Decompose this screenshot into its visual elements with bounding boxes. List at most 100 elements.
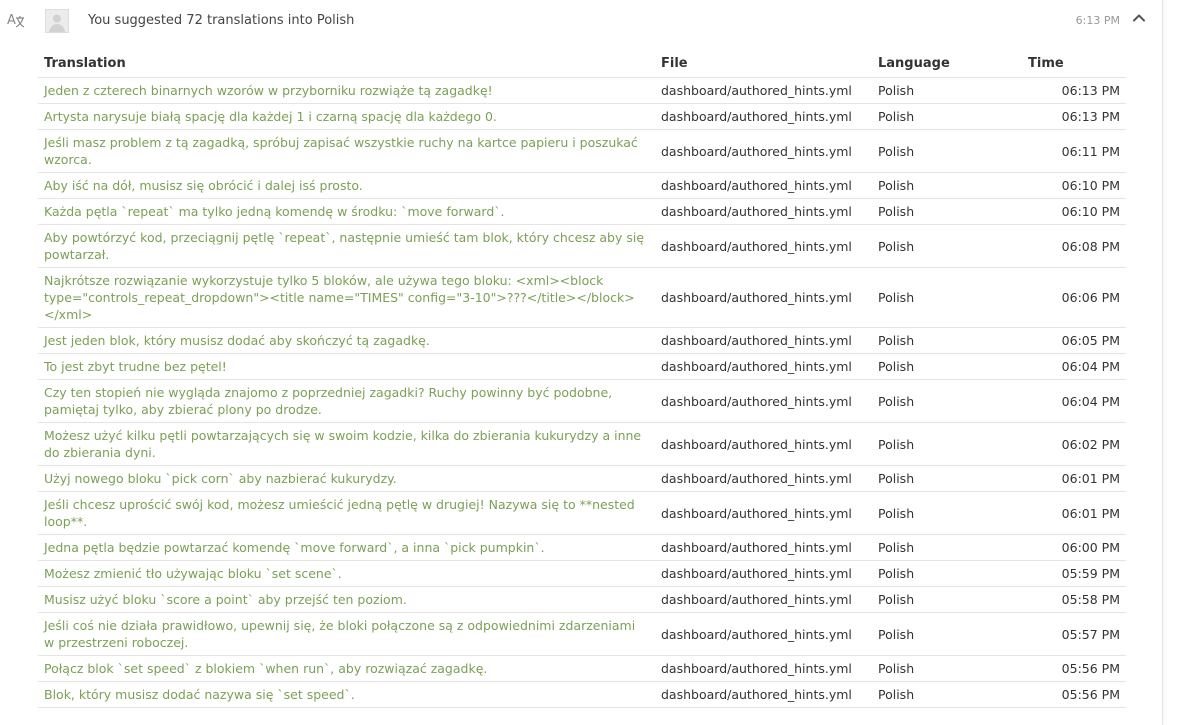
- translation-link[interactable]: Jeśli coś nie działa prawidłowo, upewnij…: [44, 618, 635, 650]
- table-row: Każda pętla `repeat` ma tylko jedną kome…: [38, 198, 1126, 225]
- translation-link[interactable]: Jeśli masz problem z tą zagadką, spróbuj…: [44, 135, 638, 167]
- file-cell: dashboard/authored_hints.yml: [655, 103, 872, 130]
- time-cell: 06:04 PM: [1022, 353, 1126, 380]
- translation-cell: Jest jeden blok, który musisz dodać aby …: [38, 327, 655, 354]
- table-row: To jest zbyt trudne bez pętel! dashboard/…: [38, 353, 1126, 380]
- translation-link[interactable]: Możesz zmienić tło używając bloku `set s…: [44, 566, 342, 581]
- time-cell: 06:10 PM: [1022, 198, 1126, 225]
- translation-link[interactable]: Jeśli chcesz uprościć swój kod, możesz u…: [44, 497, 635, 529]
- translation-link[interactable]: Artysta narysuje białą spację dla każdej…: [44, 109, 497, 124]
- table-row: Jedna pętla będzie powtarzać komendę `mo…: [38, 534, 1126, 561]
- translation-cell: Połącz blok `set speed` z blokiem `when …: [38, 655, 655, 682]
- language-cell: Polish: [872, 491, 1022, 535]
- language-cell: Polish: [872, 560, 1022, 587]
- translation-link[interactable]: Najkrótsze rozwiązanie wykorzystuje tylk…: [44, 273, 635, 322]
- file-cell: dashboard/authored_hints.yml: [655, 129, 872, 173]
- time-cell: 05:56 PM: [1022, 655, 1126, 682]
- activity-timestamp: 6:13 PM: [1075, 14, 1120, 27]
- translation-link[interactable]: Aby iść na dół, musisz się obrócić i dal…: [44, 178, 363, 193]
- language-cell: Polish: [872, 534, 1022, 561]
- language-cell: Polish: [872, 465, 1022, 492]
- translation-link[interactable]: Użyj nowego bloku `pick corn` aby nazbie…: [44, 471, 397, 486]
- translation-cell: Jeśli coś nie działa prawidłowo, upewnij…: [38, 612, 655, 656]
- header-translation: Translation: [38, 50, 655, 78]
- language-cell: Polish: [872, 422, 1022, 466]
- file-cell: dashboard/authored_hints.yml: [655, 612, 872, 656]
- file-cell: dashboard/authored_hints.yml: [655, 560, 872, 587]
- chevron-up-icon[interactable]: [1130, 9, 1148, 27]
- table-row: Możesz zmienić tło używając bloku `set s…: [38, 560, 1126, 587]
- translation-cell: Blok, który musisz dodać nazywa się `set…: [38, 681, 655, 708]
- table-row: Artysta narysuje białą spację dla każdej…: [38, 103, 1126, 130]
- translation-cell: Czy ten stopień nie wygląda znajomo z po…: [38, 379, 655, 423]
- file-cell: dashboard/authored_hints.yml: [655, 534, 872, 561]
- language-cell: Polish: [872, 327, 1022, 354]
- table-row: Jeden z czterech binarnych wzorów w przy…: [38, 77, 1126, 104]
- translation-link[interactable]: Jeden z czterech binarnych wzorów w przy…: [44, 83, 493, 98]
- time-cell: 06:13 PM: [1022, 103, 1126, 130]
- table-row: Aby powtórzyć kod, przeciągnij pętlę `re…: [38, 224, 1126, 268]
- table-row: Blok, który musisz dodać nazywa się `set…: [38, 681, 1126, 708]
- time-cell: 05:59 PM: [1022, 560, 1126, 587]
- language-cell: Polish: [872, 586, 1022, 613]
- file-cell: dashboard/authored_hints.yml: [655, 224, 872, 268]
- time-cell: 06:05 PM: [1022, 327, 1126, 354]
- translation-link[interactable]: Blok, który musisz dodać nazywa się `set…: [44, 687, 355, 702]
- table-row: Jeśli masz problem z tą zagadką, spróbuj…: [38, 129, 1126, 173]
- table-row: Połącz blok `set speed` z blokiem `when …: [38, 655, 1126, 682]
- file-cell: dashboard/authored_hints.yml: [655, 198, 872, 225]
- language-cell: Polish: [872, 77, 1022, 104]
- translation-link[interactable]: Możesz użyć kilku pętli powtarzających s…: [44, 428, 641, 460]
- translation-cell: Najkrótsze rozwiązanie wykorzystuje tylk…: [38, 267, 655, 328]
- translation-link[interactable]: Musisz użyć bloku `score a point` aby pr…: [44, 592, 407, 607]
- table-row: Możesz użyć kilku pętli powtarzających s…: [38, 422, 1126, 466]
- activity-card: You suggested 72 translations into Polis…: [34, 0, 1163, 725]
- time-cell: 06:13 PM: [1022, 77, 1126, 104]
- time-cell: 06:01 PM: [1022, 465, 1126, 492]
- language-cell: Polish: [872, 103, 1022, 130]
- translation-link[interactable]: Każda pętla `repeat` ma tylko jedną kome…: [44, 204, 505, 219]
- translation-cell: To jest zbyt trudne bez pętel!: [38, 353, 655, 380]
- table-row: Jest jeden blok, który musisz dodać aby …: [38, 327, 1126, 354]
- translation-cell: Aby powtórzyć kod, przeciągnij pętlę `re…: [38, 224, 655, 268]
- table-row: Aby iść na dół, musisz się obrócić i dal…: [38, 172, 1126, 199]
- time-cell: 06:02 PM: [1022, 422, 1126, 466]
- time-cell: 05:58 PM: [1022, 586, 1126, 613]
- translation-cell: Musisz użyć bloku `score a point` aby pr…: [38, 586, 655, 613]
- header-time: Time: [1022, 50, 1126, 78]
- language-cell: Polish: [872, 224, 1022, 268]
- svg-text:A: A: [7, 13, 16, 28]
- file-cell: dashboard/authored_hints.yml: [655, 655, 872, 682]
- table-row: Jeśli chcesz uprościć swój kod, możesz u…: [38, 491, 1126, 535]
- time-cell: 06:00 PM: [1022, 534, 1126, 561]
- activity-summary: You suggested 72 translations into Polis…: [88, 13, 355, 28]
- language-cell: Polish: [872, 172, 1022, 199]
- translation-cell: Jeden z czterech binarnych wzorów w przy…: [38, 77, 655, 104]
- translation-link[interactable]: To jest zbyt trudne bez pętel!: [44, 359, 227, 374]
- translations-table: Translation File Language Time Jeden z c…: [38, 50, 1126, 708]
- time-cell: 05:57 PM: [1022, 612, 1126, 656]
- user-avatar[interactable]: [45, 9, 69, 33]
- translation-link[interactable]: Aby powtórzyć kod, przeciągnij pętlę `re…: [44, 230, 644, 262]
- language-cell: Polish: [872, 198, 1022, 225]
- translation-link[interactable]: Jest jeden blok, który musisz dodać aby …: [44, 333, 430, 348]
- table-row: Najkrótsze rozwiązanie wykorzystuje tylk…: [38, 267, 1126, 328]
- translation-cell: Możesz użyć kilku pętli powtarzających s…: [38, 422, 655, 466]
- time-cell: 06:04 PM: [1022, 379, 1126, 423]
- header-language: Language: [872, 50, 1022, 78]
- translation-link[interactable]: Połącz blok `set speed` z blokiem `when …: [44, 661, 487, 676]
- time-cell: 06:08 PM: [1022, 224, 1126, 268]
- translation-link[interactable]: Czy ten stopień nie wygląda znajomo z po…: [44, 385, 612, 417]
- translation-cell: Jeśli masz problem z tą zagadką, spróbuj…: [38, 129, 655, 173]
- translation-link[interactable]: Jedna pętla będzie powtarzać komendę `mo…: [44, 540, 545, 555]
- file-cell: dashboard/authored_hints.yml: [655, 267, 872, 328]
- translation-cell: Każda pętla `repeat` ma tylko jedną kome…: [38, 198, 655, 225]
- language-cell: Polish: [872, 353, 1022, 380]
- table-row: Jeśli coś nie działa prawidłowo, upewnij…: [38, 612, 1126, 656]
- header-file: File: [655, 50, 872, 78]
- table-row: Musisz użyć bloku `score a point` aby pr…: [38, 586, 1126, 613]
- language-cell: Polish: [872, 681, 1022, 708]
- file-cell: dashboard/authored_hints.yml: [655, 491, 872, 535]
- time-cell: 06:10 PM: [1022, 172, 1126, 199]
- language-cell: Polish: [872, 267, 1022, 328]
